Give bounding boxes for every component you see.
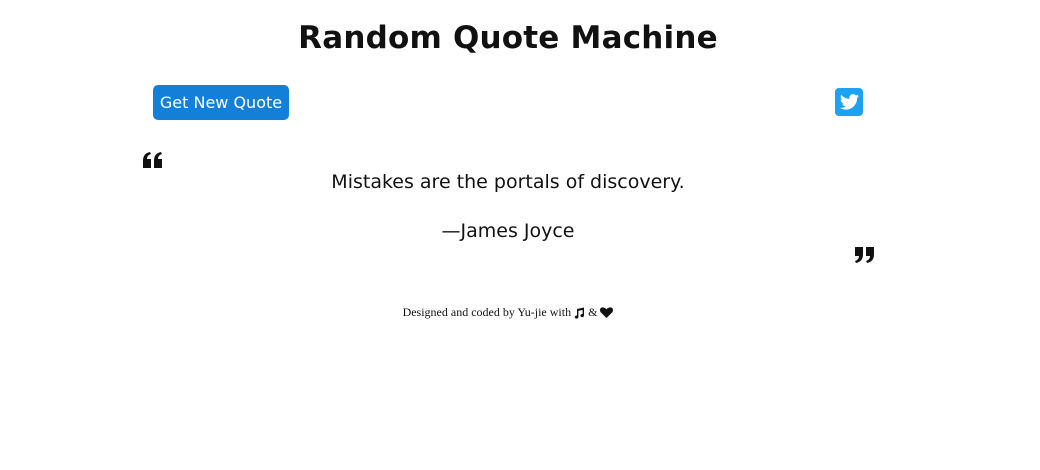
quote-right-icon xyxy=(853,246,875,264)
quote-author: —James Joyce xyxy=(441,220,575,242)
new-quote-button[interactable]: Get New Quote xyxy=(153,85,289,120)
footer-credit-text: Designed and coded by Yu-jie with xyxy=(402,305,572,319)
page-title: Random Quote Machine xyxy=(298,20,718,56)
tweet-quote-button[interactable] xyxy=(835,88,863,116)
quote-machine-page: Random Quote Machine Get New Quote Mista… xyxy=(0,0,1040,470)
twitter-icon xyxy=(839,92,860,113)
quote-left-icon xyxy=(142,151,164,169)
footer: Designed and coded by Yu-jie with & xyxy=(0,305,1016,320)
quote-text: Mistakes are the portals of discovery. xyxy=(331,171,685,193)
music-icon xyxy=(574,307,585,319)
footer-ampersand: & xyxy=(588,305,598,319)
heart-icon xyxy=(600,307,614,318)
